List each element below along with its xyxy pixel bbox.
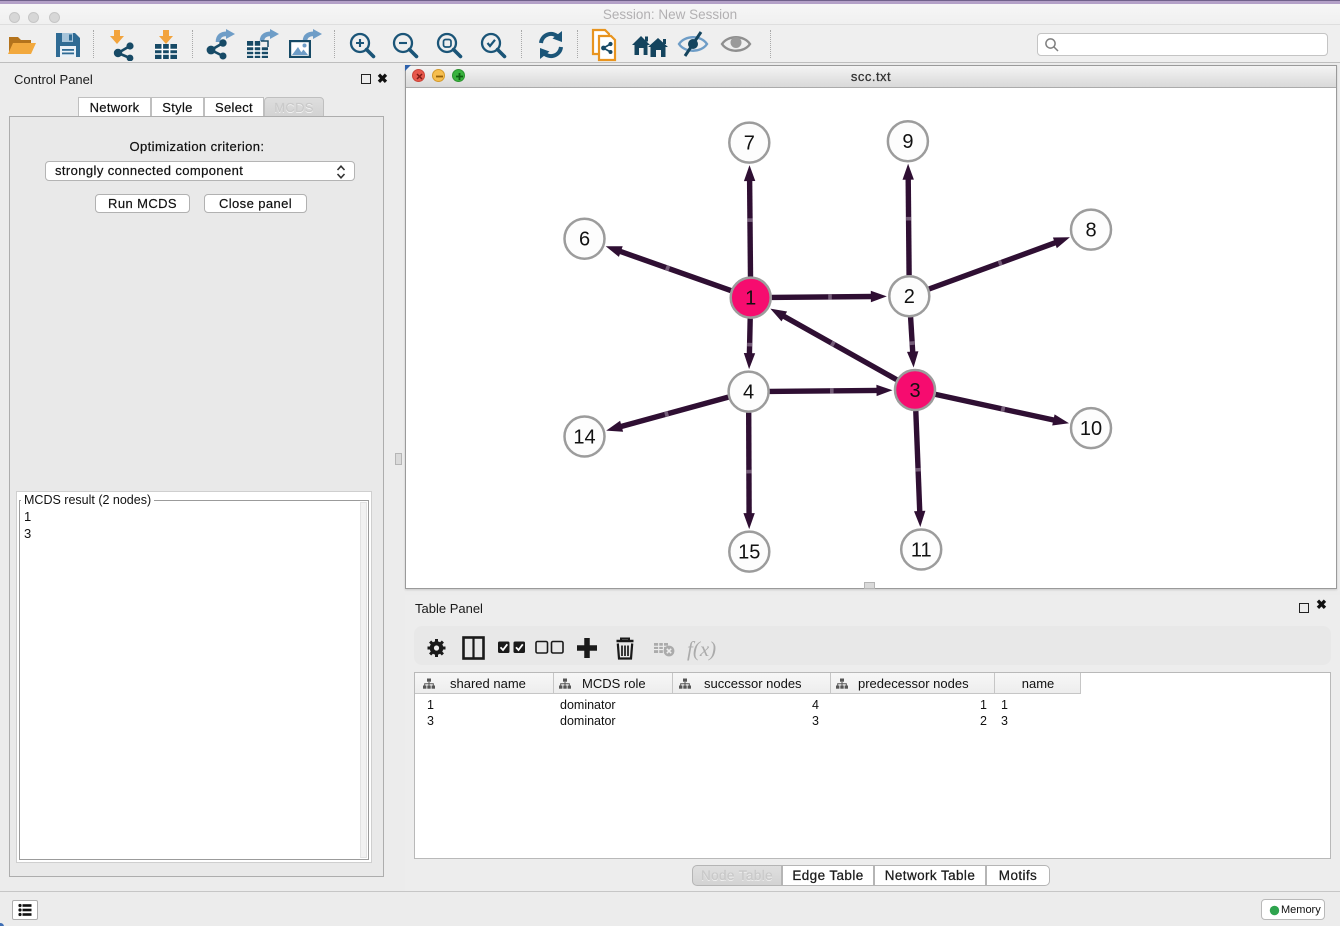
svg-text:2: 2 (904, 286, 915, 308)
svg-text:1: 1 (745, 288, 756, 310)
svg-text:11: 11 (911, 540, 932, 562)
svg-text:9: 9 (902, 131, 913, 153)
svg-text:15: 15 (738, 542, 760, 564)
svg-text:7: 7 (744, 133, 755, 155)
svg-text:f(x): f(x) (687, 637, 716, 661)
svg-text:4: 4 (743, 382, 754, 404)
svg-text:8: 8 (1085, 220, 1096, 242)
svg-text:3: 3 (909, 380, 920, 402)
svg-text:6: 6 (579, 229, 590, 251)
svg-text:10: 10 (1080, 418, 1102, 440)
svg-text:14: 14 (573, 427, 595, 449)
